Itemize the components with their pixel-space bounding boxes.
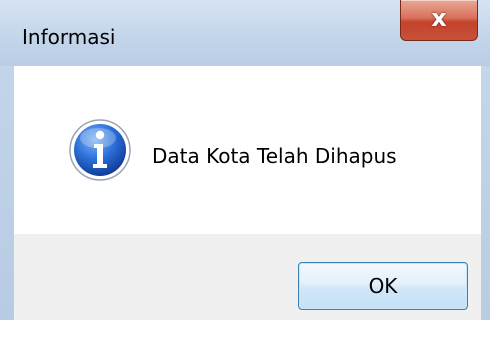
dialog-window: Informasi x Data Kota Telah Dihapus OK: [0, 0, 490, 338]
information-icon: [69, 119, 131, 181]
dialog-title: Informasi: [22, 25, 116, 49]
close-button[interactable]: x: [400, 0, 478, 41]
window-frame-left: [0, 66, 14, 338]
title-bar[interactable]: Informasi x: [0, 0, 490, 66]
dialog-message: Data Kota Telah Dihapus: [152, 144, 397, 168]
ok-button[interactable]: OK: [298, 262, 468, 310]
close-icon: x: [431, 4, 447, 32]
window-frame-bottom: [0, 320, 490, 338]
